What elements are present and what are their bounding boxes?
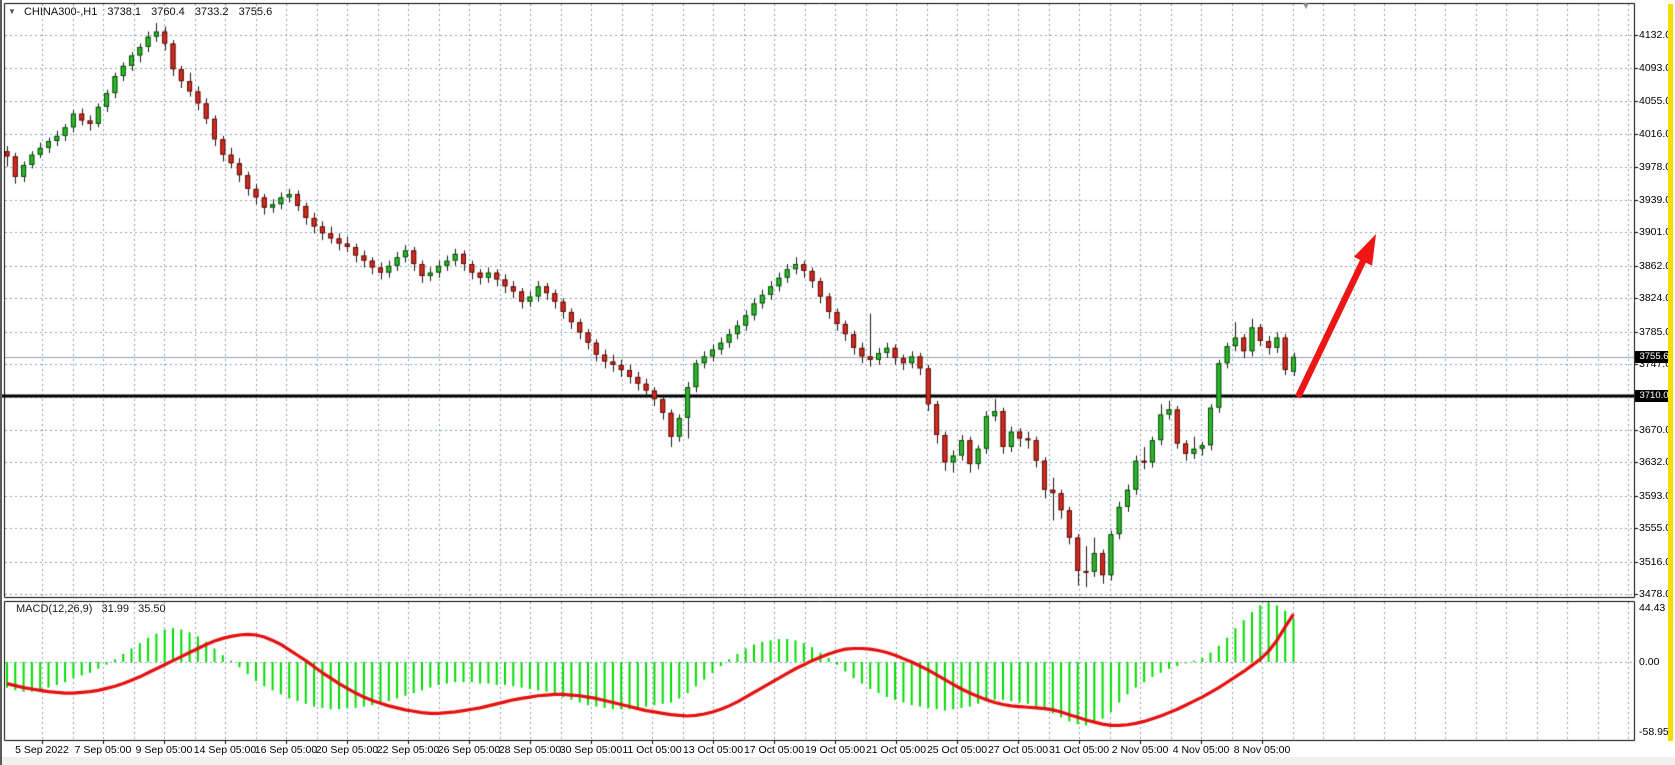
macd-axis-zero: 0.00 (1639, 656, 1659, 668)
price-axis-label: 3901.0 (1639, 226, 1671, 238)
macd-main-value: 31.99 (101, 603, 129, 615)
macd-name: MACD(12,26,9) (16, 603, 92, 615)
price-axis-label: 3862.0 (1639, 260, 1671, 272)
price-axis-label: 3478.0 (1639, 588, 1671, 600)
chart-title: ▼ CHINA300-,H1 3738.1 3760.4 3733.2 3755… (8, 6, 272, 18)
symbol-period-label: CHINA300-,H1 (24, 6, 97, 18)
symbol-dropdown-icon[interactable]: ▼ (8, 7, 16, 16)
macd-signal-value: 35.50 (138, 603, 166, 615)
price-axis-label: 4093.0 (1639, 62, 1671, 74)
price-chart-canvas[interactable] (2, 0, 1675, 765)
status-strip (2, 757, 1675, 765)
date-axis-label: 8 Nov 05:00 (1217, 744, 1307, 756)
price-axis-label: 3939.0 (1639, 194, 1671, 206)
price-axis-label: 4016.0 (1639, 128, 1671, 140)
price-axis-label: 3555.0 (1639, 522, 1671, 534)
ohlc-close: 3755.6 (239, 6, 273, 18)
price-axis-label: 3824.0 (1639, 292, 1671, 304)
price-axis-label: 3516.0 (1639, 556, 1671, 568)
price-axis-label: 3978.0 (1639, 161, 1671, 173)
price-axis-label: 4055.0 (1639, 95, 1671, 107)
macd-axis-top: 44.43 (1639, 602, 1665, 614)
price-axis-label: 3593.0 (1639, 490, 1671, 502)
price-axis-label: 3785.0 (1639, 326, 1671, 338)
macd-axis-bottom: -58.95 (1639, 726, 1669, 738)
price-axis-label: 3632.0 (1639, 456, 1671, 468)
chart-window: ▼ CHINA300-,H1 3738.1 3760.4 3733.2 3755… (0, 0, 1675, 765)
chart-shift-marker-icon[interactable]: ▼ (1301, 1, 1311, 12)
ohlc-open: 3738.1 (107, 6, 141, 18)
ohlc-low: 3733.2 (195, 6, 229, 18)
macd-indicator-label: MACD(12,26,9) 31.99 35.50 (10, 603, 166, 615)
price-axis-label: 4132.0 (1639, 29, 1671, 41)
price-axis-label: 3670.0 (1639, 424, 1671, 436)
yellow-vertical-strip (1668, 4, 1673, 741)
ohlc-high: 3760.4 (151, 6, 185, 18)
